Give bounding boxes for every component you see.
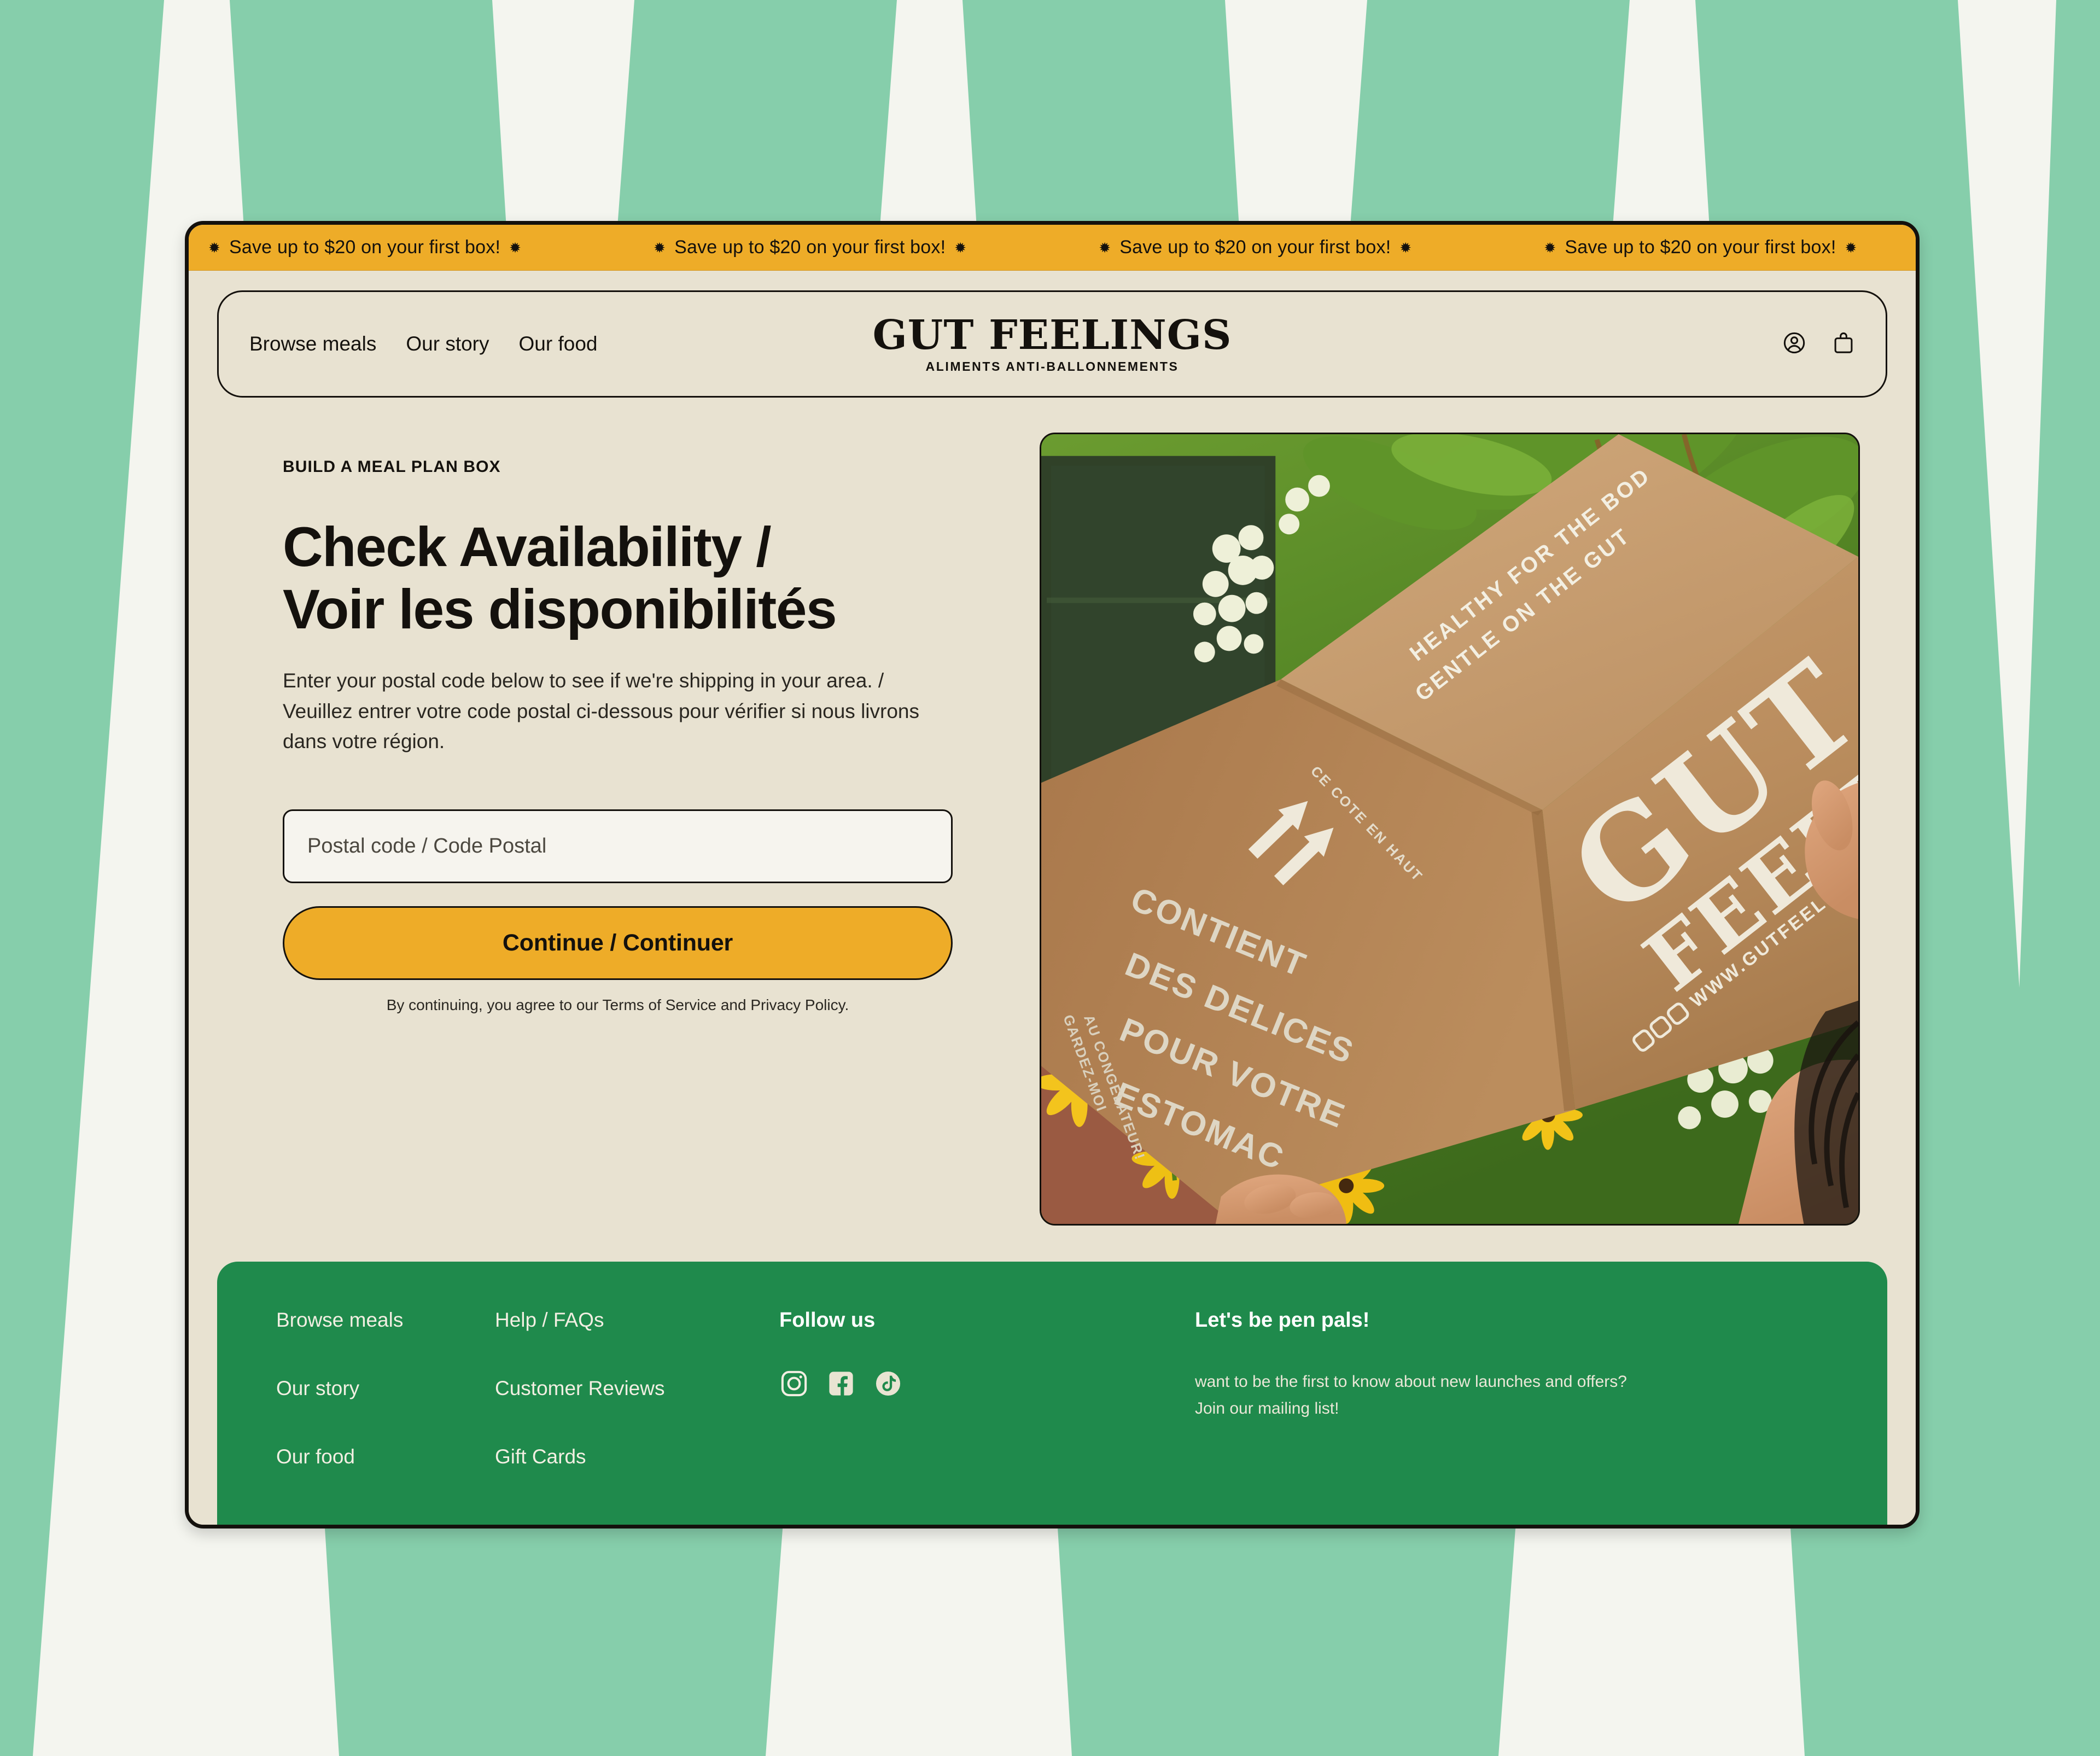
- footer-link-browse-meals[interactable]: Browse meals: [276, 1309, 495, 1332]
- footer-link-help-faqs[interactable]: Help / FAQs: [495, 1309, 779, 1332]
- footer-column-social: Follow us: [779, 1309, 1195, 1525]
- facebook-icon[interactable]: [826, 1369, 856, 1401]
- terms-note: By continuing, you agree to our Terms of…: [386, 996, 849, 1013]
- hero-description: Enter your postal code below to see if w…: [283, 669, 920, 753]
- newsletter-body: want to be the first to know about new l…: [1195, 1369, 1742, 1422]
- burst-icon: ✹: [1099, 239, 1111, 256]
- newsletter-heading: Let's be pen pals!: [1195, 1309, 1370, 1332]
- browser-window: ✹ Save up to $20 on your first box! ✹ ✹ …: [185, 221, 1920, 1529]
- newsletter-body-line-2: Join our mailing list!: [1195, 1399, 1339, 1417]
- account-icon[interactable]: [1782, 330, 1807, 358]
- announcement-item: ✹ Save up to $20 on your first box! ✹: [189, 237, 654, 258]
- announcement-text: Save up to $20 on your first box!: [229, 237, 501, 258]
- newsletter-body-line-1: want to be the first to know about new l…: [1195, 1373, 1627, 1391]
- footer-column-shop: Browse meals Our story Our food: [276, 1309, 495, 1525]
- burst-icon: ✹: [208, 239, 220, 256]
- page-body: Browse meals Our story Our food GUT FEEL…: [189, 290, 1916, 1525]
- header-actions: [1782, 330, 1855, 358]
- social-icon-row: [779, 1369, 1195, 1401]
- burst-icon: ✹: [1544, 239, 1556, 256]
- cart-icon[interactable]: [1832, 330, 1855, 358]
- brand-wordmark: GUT FEELINGS: [872, 312, 1232, 359]
- nav-item-our-food[interactable]: Our food: [519, 332, 598, 355]
- announcement-text: Save up to $20 on your first box!: [1565, 237, 1836, 258]
- announcement-item: ✹ Save up to $20 on your first box! ✹: [654, 237, 1099, 258]
- site-header: Browse meals Our story Our food GUT FEEL…: [217, 290, 1887, 398]
- burst-icon: ✹: [954, 239, 967, 256]
- announcement-item: ✹ Save up to $20 on your first box! ✹: [1544, 237, 1916, 258]
- follow-us-heading: Follow us: [779, 1309, 876, 1332]
- announcement-item: ✹ Save up to $20 on your first box! ✹: [1099, 237, 1544, 258]
- page-title: Check Availability / Voir les disponibil…: [283, 516, 999, 640]
- announcement-bar: ✹ Save up to $20 on your first box! ✹ ✹ …: [189, 225, 1916, 271]
- brand-tagline: ALIMENTS ANTI-BALLONNEMENTS: [925, 359, 1179, 374]
- footer-link-our-story[interactable]: Our story: [276, 1377, 495, 1400]
- instagram-icon[interactable]: [779, 1369, 809, 1401]
- hero-right-column: HEALTHY FOR THE BOD GENTLE ON THE GUT GU…: [1040, 433, 1887, 1226]
- hero-product-image: HEALTHY FOR THE BOD GENTLE ON THE GUT GU…: [1040, 433, 1860, 1226]
- product-photo-illustration: HEALTHY FOR THE BOD GENTLE ON THE GUT GU…: [1041, 434, 1858, 1224]
- footer-link-customer-reviews[interactable]: Customer Reviews: [495, 1377, 779, 1400]
- burst-icon: ✹: [509, 239, 522, 256]
- footer-column-newsletter: Let's be pen pals! want to be the first …: [1195, 1309, 1828, 1525]
- burst-icon: ✹: [654, 239, 666, 256]
- continue-button[interactable]: Continue / Continuer: [283, 906, 953, 980]
- hero-section: BUILD A MEAL PLAN BOX Check Availability…: [189, 398, 1916, 1226]
- footer-link-our-food[interactable]: Our food: [276, 1445, 495, 1468]
- primary-nav: Browse meals Our story Our food: [249, 332, 597, 355]
- hero-left-column: BUILD A MEAL PLAN BOX Check Availability…: [217, 433, 999, 1014]
- announcement-text: Save up to $20 on your first box!: [1119, 237, 1391, 258]
- eyebrow-label: BUILD A MEAL PLAN BOX: [283, 458, 501, 476]
- nav-item-our-story[interactable]: Our story: [406, 332, 489, 355]
- announcement-text: Save up to $20 on your first box!: [674, 237, 946, 258]
- postal-code-input[interactable]: [283, 809, 953, 883]
- page-title-line-1: Check Availability /: [283, 516, 772, 578]
- nav-item-browse-meals[interactable]: Browse meals: [249, 332, 376, 355]
- footer-link-gift-cards[interactable]: Gift Cards: [495, 1445, 779, 1468]
- brand-logo[interactable]: GUT FEELINGS ALIMENTS ANTI-BALLONNEMENTS: [873, 315, 1232, 373]
- page-title-line-2: Voir les disponibilités: [283, 578, 837, 641]
- tiktok-icon[interactable]: [873, 1369, 903, 1401]
- burst-icon: ✹: [1399, 239, 1412, 256]
- footer-column-support: Help / FAQs Customer Reviews Gift Cards: [495, 1309, 779, 1525]
- site-footer: Browse meals Our story Our food Help / F…: [217, 1262, 1887, 1525]
- burst-icon: ✹: [1845, 239, 1857, 256]
